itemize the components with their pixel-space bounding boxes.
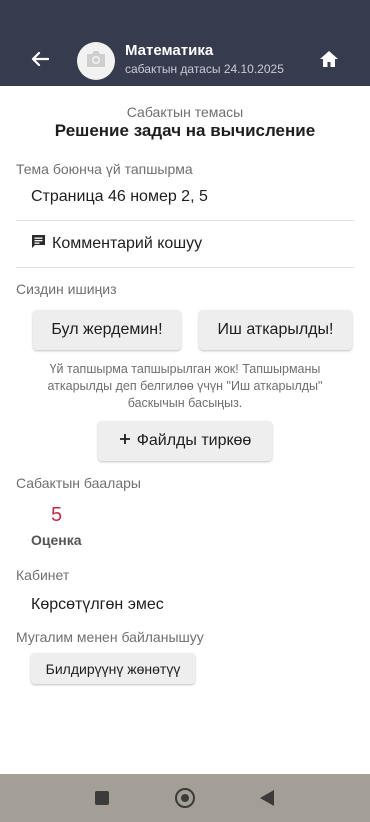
home-button[interactable] — [316, 48, 342, 74]
triangle-back-icon[interactable] — [260, 790, 274, 806]
back-button[interactable] — [26, 48, 54, 74]
avatar — [77, 42, 115, 80]
submission-notice: Үй тапшырма тапшырылган жок! Тапшырманы … — [47, 362, 323, 410]
mark-done-button[interactable]: Иш аткарылды! — [199, 310, 352, 350]
plus-icon — [119, 432, 131, 450]
send-message-button[interactable]: Билдирүүнү жөнөтүү — [31, 653, 195, 684]
arrow-left-icon — [31, 51, 50, 72]
help-button-label: Бул жердемин! — [51, 321, 163, 338]
divider — [16, 267, 354, 268]
add-comment-label: Комментарий кошуу — [52, 235, 203, 252]
status-bar — [0, 0, 370, 36]
homework-text: Страница 46 номер 2, 5 — [31, 188, 208, 205]
add-comment-button[interactable]: Комментарий кошуу — [31, 233, 202, 255]
homework-label: Тема боюнча үй тапшырма — [16, 161, 193, 177]
divider — [16, 220, 354, 221]
system-nav-bar — [0, 774, 370, 822]
grade-value: 5 — [51, 504, 63, 526]
cabinet-value: Көрсөтүлгөн эмес — [31, 596, 164, 613]
comment-icon — [31, 234, 46, 254]
circle-home-icon[interactable] — [175, 788, 195, 808]
help-button[interactable]: Бул жердемин! — [33, 310, 181, 350]
send-message-label: Билдирүүнү жөнөтүү — [45, 660, 181, 677]
app-bar: Математика сабактын датасы 24.10.2025 — [0, 36, 370, 86]
grades-label: Сабактын баалары — [16, 475, 141, 491]
topic-label: Сабактын темасы — [126, 104, 244, 120]
camera-icon — [85, 50, 107, 73]
mark-done-button-label: Иш аткарылды! — [217, 321, 334, 338]
page-title: Математика — [125, 42, 214, 59]
home-icon — [319, 50, 339, 73]
your-work-label: Сиздин ишиңиз — [16, 281, 117, 297]
contact-label: Мугалим менен байланышуу — [16, 629, 204, 645]
topic-title: Решение задач на вычисление — [54, 121, 316, 140]
lesson-date: сабактын датасы 24.10.2025 — [125, 62, 284, 76]
square-icon[interactable] — [95, 791, 109, 805]
cabinet-label: Кабинет — [16, 567, 70, 583]
attach-file-label: Файлды тиркөө — [136, 432, 252, 449]
attach-file-button[interactable]: Файлды тиркөө — [98, 421, 272, 461]
grade-type: Оценка — [31, 532, 82, 548]
